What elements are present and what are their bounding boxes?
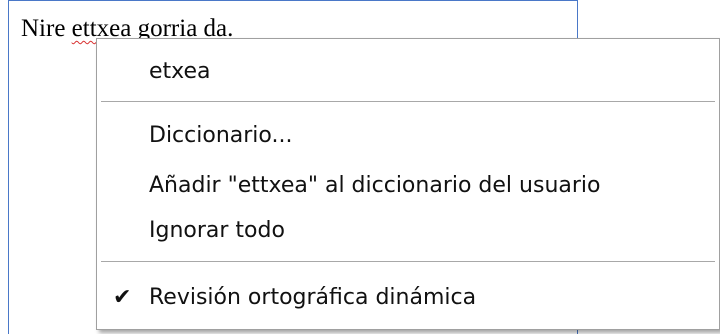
- text-before: Nire: [21, 15, 72, 42]
- menu-separator: [101, 101, 715, 103]
- menu-separator: [101, 261, 715, 263]
- checkmark-icon: ✔: [113, 285, 132, 310]
- add-to-dictionary-label: Añadir "ettxea" al diccionario del usuar…: [149, 173, 601, 198]
- dynamic-spellcheck-label: Revisión ortográfica dinámica: [149, 285, 477, 310]
- suggestion-label: etxea: [149, 59, 211, 84]
- menu-item-dynamic-spellcheck[interactable]: ✔ Revisión ortográfica dinámica: [97, 277, 719, 319]
- menu-item-dictionary[interactable]: Diccionario...: [97, 115, 719, 157]
- menu-item-add-to-dictionary[interactable]: Añadir "ettxea" al diccionario del usuar…: [97, 165, 719, 207]
- spellcheck-context-menu: etxea Diccionario... Añadir "ettxea" al …: [96, 38, 720, 330]
- menu-item-suggestion[interactable]: etxea: [97, 51, 719, 93]
- ignore-all-label: Ignorar todo: [149, 218, 285, 243]
- menu-item-ignore-all[interactable]: Ignorar todo: [97, 210, 719, 252]
- dictionary-label: Diccionario...: [149, 123, 293, 148]
